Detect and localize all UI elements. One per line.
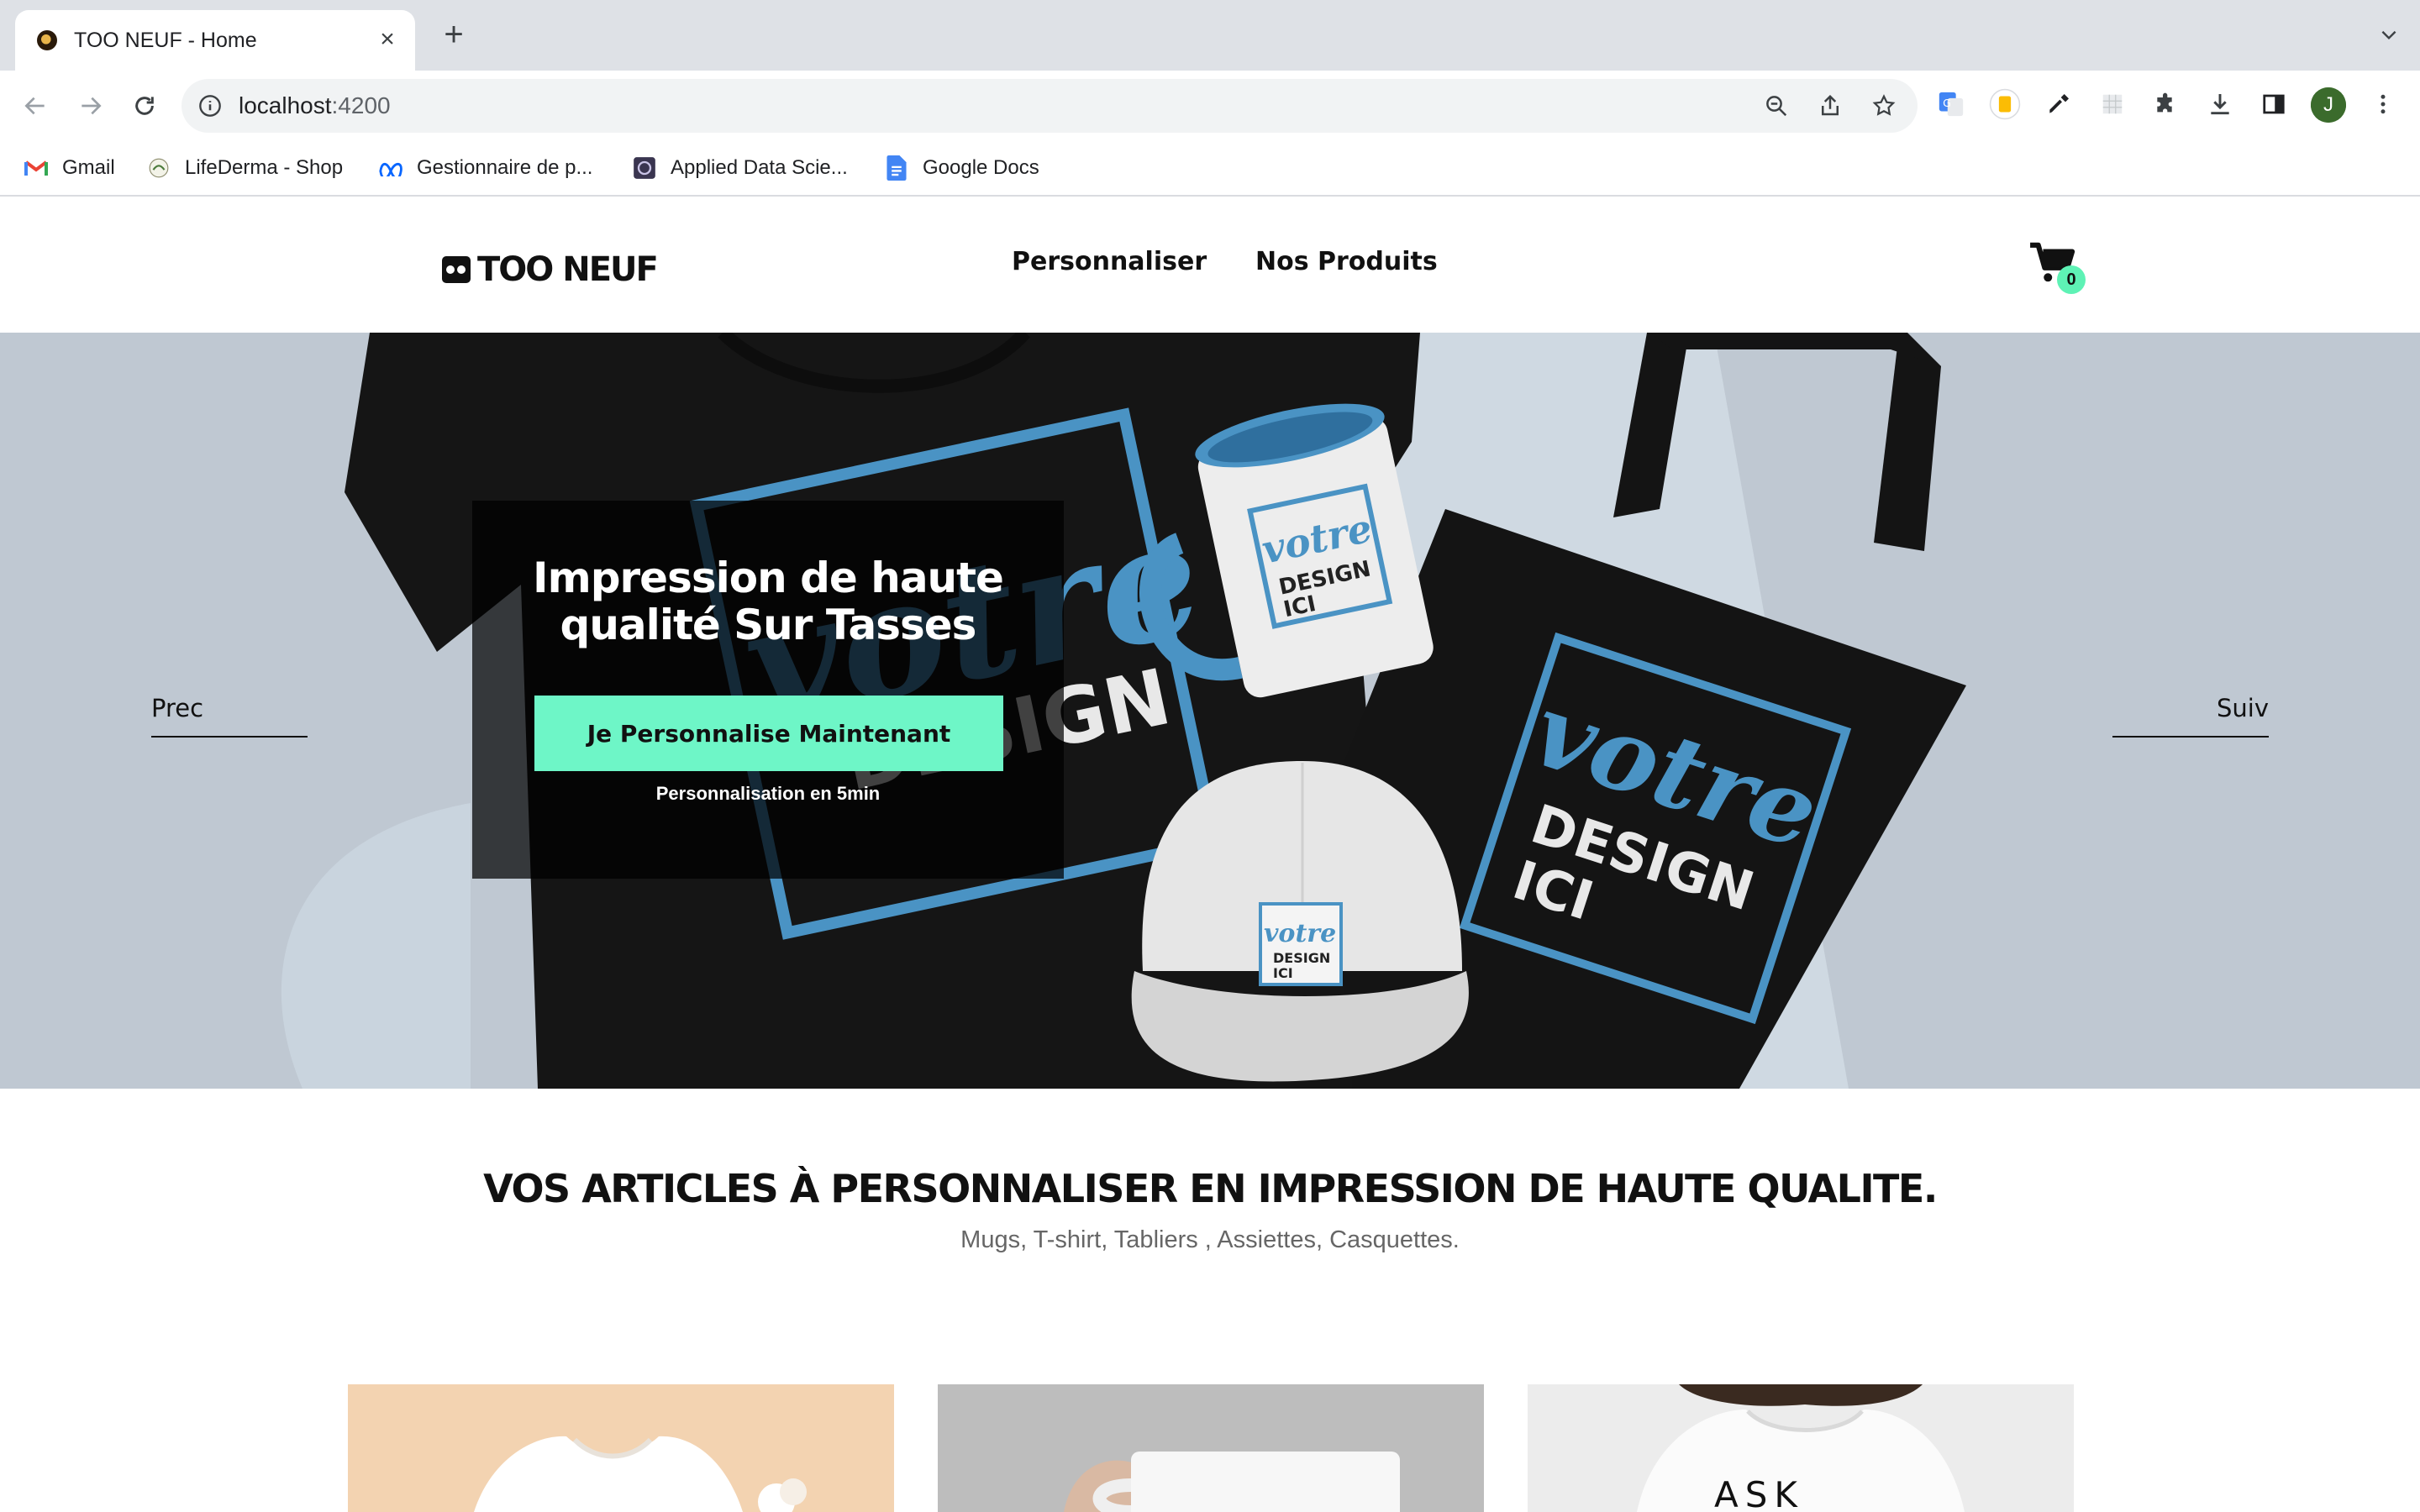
address-bar[interactable]: localhost:4200 bbox=[182, 79, 1918, 133]
site-logo[interactable]: TOO NEUF bbox=[442, 250, 659, 289]
meta-icon bbox=[378, 155, 403, 181]
hero-title-line2: qualité Sur Tasses bbox=[560, 601, 977, 649]
url-text[interactable]: localhost:4200 bbox=[239, 92, 391, 119]
bookmark-label: LifeDerma - Shop bbox=[185, 156, 344, 179]
mug-photo-image bbox=[938, 1384, 1484, 1512]
bookmark-label: Google Docs bbox=[923, 156, 1039, 179]
info-icon[interactable] bbox=[198, 94, 222, 118]
close-icon[interactable]: × bbox=[375, 27, 400, 52]
download-icon[interactable] bbox=[2203, 87, 2237, 121]
profile-avatar-button[interactable]: J bbox=[2311, 87, 2346, 123]
url-host: localhost bbox=[239, 92, 332, 118]
hero-caption-panel: Impression de haute qualité Sur Tasses J… bbox=[472, 501, 1064, 879]
bookmarks-bar: Gmail LifeDerma - Shop Gestionnaire de p… bbox=[0, 141, 2420, 197]
bookmark-label: Applied Data Scie... bbox=[671, 156, 848, 179]
hero-carousel: votre DESIGN votre DESIGN ICI votre DESI… bbox=[0, 333, 2420, 1089]
eyedropper-icon[interactable] bbox=[2042, 87, 2075, 121]
carousel-prev-button[interactable]: Prec bbox=[151, 694, 308, 738]
share-icon[interactable] bbox=[1815, 91, 1845, 121]
back-button[interactable] bbox=[17, 87, 54, 124]
new-tab-button[interactable]: + bbox=[439, 18, 469, 51]
cap-print-line3: ICI bbox=[1273, 965, 1293, 981]
zoom-out-icon[interactable] bbox=[1761, 91, 1791, 121]
bookmark-label: Gmail bbox=[62, 156, 115, 179]
cap-print-text: votre bbox=[1264, 919, 1336, 948]
logo-text: TOO NEUF bbox=[477, 250, 659, 289]
bookmark-label: Gestionnaire de p... bbox=[417, 156, 593, 179]
browser-tabstrip: TOO NEUF - Home × + bbox=[0, 0, 2420, 71]
svg-text:G: G bbox=[1943, 97, 1951, 110]
product-card-mug[interactable] bbox=[938, 1384, 1484, 1512]
hero-product-illustration: votre DESIGN votre DESIGN ICI votre DESI… bbox=[281, 333, 1966, 1089]
cap-print-line2: DESIGN bbox=[1273, 950, 1330, 966]
cart-count-badge: 0 bbox=[2057, 265, 2086, 294]
site-header: TOO NEUF Personnaliser Nos Produits 0 bbox=[0, 198, 2420, 333]
nav-nos-produits[interactable]: Nos Produits bbox=[1255, 247, 1438, 276]
docs-icon bbox=[884, 155, 909, 181]
nav-personnaliser[interactable]: Personnaliser bbox=[1012, 247, 1207, 276]
reload-button[interactable] bbox=[126, 87, 163, 124]
product-card-tshirt[interactable]: ASK bbox=[1528, 1384, 2074, 1512]
side-panel-icon[interactable] bbox=[2257, 87, 2291, 121]
star-bookmark-icon[interactable] bbox=[1869, 91, 1899, 121]
tshirt-model-image: ASK bbox=[1528, 1384, 2074, 1512]
reload-icon bbox=[135, 97, 154, 115]
chevron-down-icon[interactable] bbox=[2378, 24, 2400, 45]
url-port: :4200 bbox=[331, 92, 391, 118]
keep-extension-icon[interactable] bbox=[1988, 87, 2022, 121]
bookmark-lifederma[interactable]: LifeDerma - Shop bbox=[146, 153, 343, 183]
bookmark-applied-data-science[interactable]: Applied Data Scie... bbox=[632, 153, 848, 183]
tab-title: TOO NEUF - Home bbox=[74, 29, 257, 52]
gmail-icon bbox=[24, 155, 49, 181]
bookmark-gmail[interactable]: Gmail bbox=[24, 153, 115, 183]
section-subtitle: Mugs, T-shirt, Tabliers , Assiettes, Cas… bbox=[960, 1226, 1460, 1253]
bookmark-google-docs[interactable]: Google Docs bbox=[884, 153, 1039, 183]
section-title: VOS ARTICLES À PERSONNALISER EN IMPRESSI… bbox=[483, 1166, 1938, 1211]
forward-button[interactable] bbox=[72, 87, 109, 124]
site-favicon-icon bbox=[37, 30, 57, 50]
lifederma-icon bbox=[146, 155, 171, 181]
logo-mark-icon bbox=[442, 256, 471, 283]
course-icon bbox=[632, 155, 657, 181]
more-menu-icon[interactable] bbox=[2366, 87, 2400, 121]
arrow-left-icon bbox=[24, 97, 45, 115]
translate-extension-icon[interactable]: G bbox=[1934, 87, 1968, 121]
arrow-right-icon bbox=[82, 97, 102, 115]
bookmark-meta[interactable]: Gestionnaire de p... bbox=[378, 153, 592, 183]
personalize-now-button[interactable]: Je Personnalise Maintenant bbox=[534, 696, 1003, 771]
hero-title: Impression de haute qualité Sur Tasses bbox=[472, 554, 1064, 648]
hero-title-line1: Impression de haute bbox=[533, 554, 1004, 602]
tshirt-print-ask: ASK bbox=[1714, 1474, 1804, 1512]
hero-subtitle: Personnalisation en 5min bbox=[655, 783, 881, 804]
carousel-next-button[interactable]: Suiv bbox=[2112, 694, 2269, 738]
browser-tab-active[interactable]: TOO NEUF - Home × bbox=[15, 10, 415, 71]
bodysuit-image bbox=[474, 1436, 807, 1512]
product-card-bodysuit[interactable] bbox=[348, 1384, 894, 1512]
puzzle-extensions-icon[interactable] bbox=[2149, 87, 2183, 121]
grid-extension-icon[interactable] bbox=[2096, 87, 2129, 121]
